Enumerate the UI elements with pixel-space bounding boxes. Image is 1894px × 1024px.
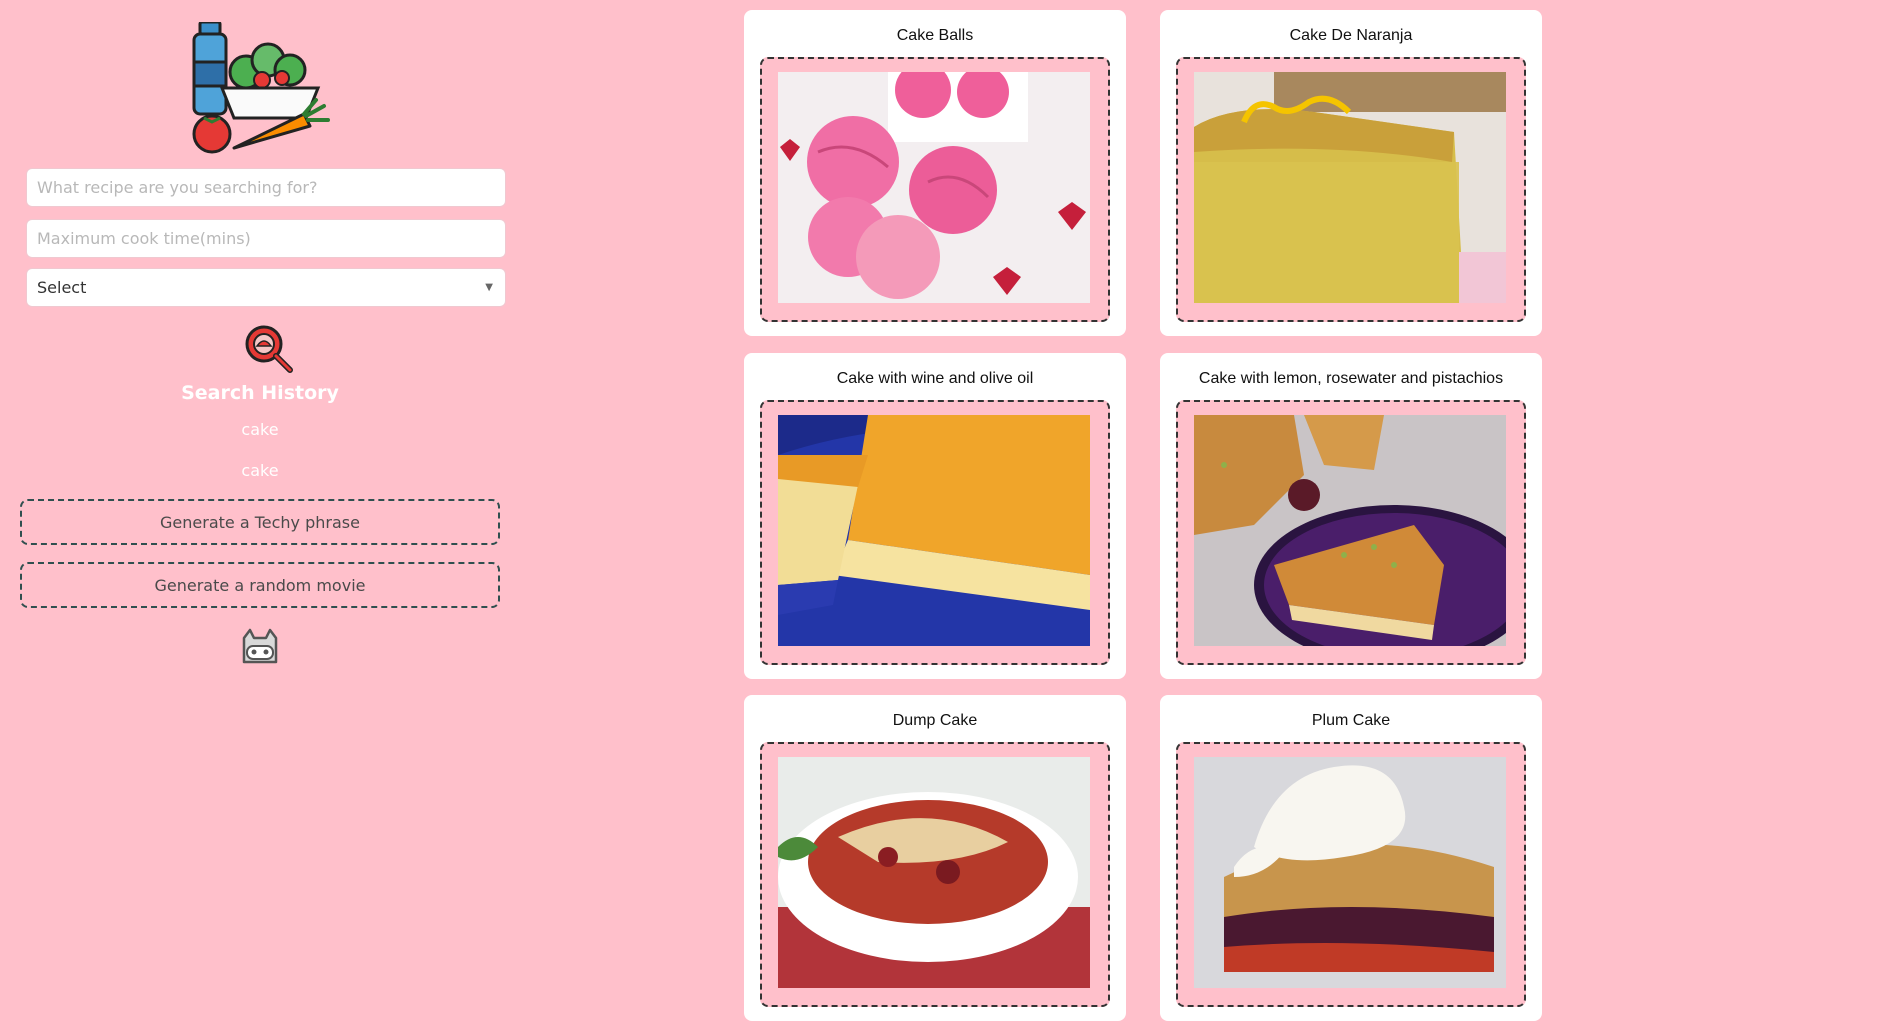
lemon-pistachio-cake-image[interactable] [1194, 415, 1506, 646]
recipe-image-frame [760, 400, 1110, 665]
generate-techy-phrase-button[interactable]: Generate a Techy phrase [20, 499, 500, 545]
dump-cake-image[interactable] [778, 757, 1090, 988]
plum-cake-image[interactable] [1194, 757, 1506, 988]
sidebar: Select ▼ Search History cake cake Genera… [0, 0, 535, 1024]
recipe-title: Cake Balls [896, 27, 974, 44]
magnifier-icon[interactable] [244, 324, 296, 374]
orange-cake-image[interactable] [1194, 72, 1506, 303]
select-value: Select [37, 278, 87, 297]
recipe-image-frame [760, 57, 1110, 322]
recipe-title: Cake with wine and olive oil [836, 370, 1034, 387]
recipe-card[interactable]: Cake with lemon, rosewater and pistachio… [1160, 353, 1542, 679]
search-history-title: Search History [181, 382, 339, 404]
cake-balls-image[interactable] [778, 72, 1090, 303]
recipe-card[interactable]: Cake Balls [744, 10, 1126, 336]
history-item[interactable]: cake [0, 461, 520, 480]
recipe-title: Plum Cake [1311, 712, 1391, 729]
wine-olive-cake-image[interactable] [778, 415, 1090, 646]
recipe-title: Dump Cake [892, 712, 978, 729]
recipe-image-frame [760, 742, 1110, 1007]
recipe-title: Cake with lemon, rosewater and pistachio… [1198, 370, 1504, 387]
generate-random-movie-button[interactable]: Generate a random movie [20, 562, 500, 608]
recipe-card[interactable]: Plum Cake [1160, 695, 1542, 1021]
recipe-card[interactable]: Cake with wine and olive oil [744, 353, 1126, 679]
recipe-title: Cake De Naranja [1289, 27, 1413, 44]
recipe-image-frame [1176, 742, 1526, 1007]
github-icon[interactable] [240, 628, 280, 666]
category-select[interactable]: Select ▼ [26, 268, 506, 307]
history-item[interactable]: cake [0, 420, 520, 439]
recipe-image-frame [1176, 57, 1526, 322]
recipe-card[interactable]: Cake De Naranja [1160, 10, 1542, 336]
cook-time-input[interactable] [26, 219, 506, 258]
grocery-logo-icon [186, 20, 332, 154]
recipe-card[interactable]: Dump Cake [744, 695, 1126, 1021]
recipe-search-input[interactable] [26, 168, 506, 207]
select-arrow-icon: ▼ [485, 282, 493, 293]
recipe-image-frame [1176, 400, 1526, 665]
